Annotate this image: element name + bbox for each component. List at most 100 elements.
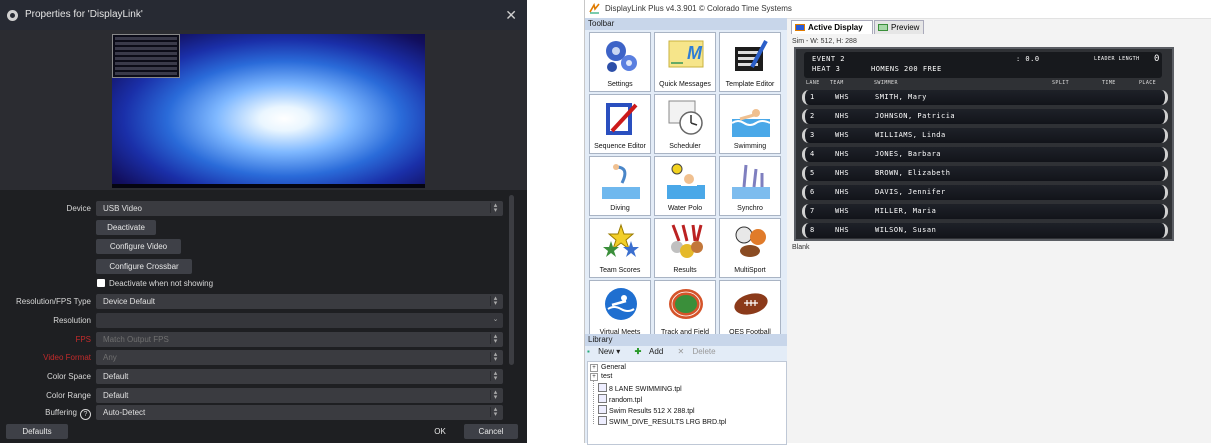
diving-tool[interactable]: Diving [589,156,651,216]
col-swimmer: SWIMMER [874,80,898,86]
spin-arrows-icon: ▴ ▾ [490,351,500,363]
app-title: DisplayLink Plus v4.3.901 © Colorado Tim… [605,4,792,13]
spin-arrows-icon: ▴ ▾ [490,295,500,307]
add-button[interactable]: ✚ Add [635,347,670,356]
spin-arrows-icon: ▴ ▾ [490,370,500,382]
water-polo-icon [667,163,705,199]
leader-length-value: 0 [1154,54,1160,64]
quick-messages-tool[interactable]: M Quick Messages [654,32,716,92]
color-space-select[interactable]: Default ▴ ▾ [96,369,503,384]
library-tree: + General + test 8 LANE SWIMMING.tpl rando… [587,361,787,445]
spin-arrows-icon: ▴ ▾ [490,389,500,401]
swimmer-icon [732,109,770,137]
cancel-button[interactable]: Cancel [464,424,518,439]
deactivate-when-not-showing-checkbox[interactable] [97,279,105,287]
track-icon [669,289,703,319]
app-icon [589,3,600,14]
delete-icon: ✕ [677,347,685,356]
gears-icon [606,41,637,72]
tree-file[interactable]: random.tpl [598,394,642,404]
tree-file[interactable]: 8 LANE SWIMMING.tpl [598,383,682,393]
tab-preview[interactable]: Preview [874,20,924,34]
ok-button[interactable]: OK [420,424,460,439]
track-and-field-tool[interactable]: Track and Field [654,280,716,340]
template-file-icon [598,383,607,392]
device-select[interactable]: USB Video ▴ ▾ [96,201,503,216]
configure-video-button[interactable]: Configure Video [96,239,181,254]
buffering-select[interactable]: Auto-Detect ▴ ▾ [96,405,503,420]
configure-crossbar-button[interactable]: Configure Crossbar [96,259,192,274]
virtual-meets-tool[interactable]: Virtual Meets [589,280,651,340]
new-file-icon: ▪ [587,347,590,356]
sequence-editor-tool[interactable]: Sequence Editor [589,94,651,154]
lane-row: 1 WHS SMITH, Mary [802,90,1168,105]
clock-icon [668,100,703,135]
swimming-tool[interactable]: Swimming [719,94,781,154]
settings-tool[interactable]: Settings [589,32,651,92]
template-file-icon [598,405,607,414]
tree-file[interactable]: SWIM_DIVE_RESULTS LRG BRD.tpl [598,416,726,426]
lane-row: 8 NHS WILSON, Susan [802,223,1168,238]
water-polo-tool[interactable]: Water Polo [654,156,716,216]
scoreboard-header: EVENT 2 HEAT 3 HOMENS 200 FREE : 0.0 LEA… [804,52,1162,78]
heat-label: HEAT 3 [812,65,841,73]
lane-row: 5 NHS BROWN, Elizabeth [802,166,1168,181]
sequence-editor-icon [606,103,638,135]
obs-properties-dialog: Properties for 'DisplayLink' ✕ Device US… [0,0,527,443]
color-range-row: Color Range Default ▴ ▾ [0,388,527,404]
deactivate-button[interactable]: Deactivate [96,220,156,235]
tab-active-display[interactable]: Active Display [791,20,873,34]
team-scores-tool[interactable]: Team Scores [589,218,651,278]
leader-length-label: LEADER LENGTH [1094,56,1140,62]
preview-icon [878,24,888,31]
obs-logo-icon [7,10,18,21]
synchro-icon [732,164,770,199]
tree-folder[interactable]: + test [590,373,612,381]
chevron-down-icon: ⌄ [492,316,499,323]
preview-scoreboard-thumbnail [112,34,180,78]
dialog-title: Properties for 'DisplayLink' [25,9,143,20]
dialog-titlebar: Properties for 'DisplayLink' ✕ [0,0,527,30]
display-icon [795,24,805,31]
diver-icon [602,164,640,199]
device-label: Device [66,204,91,213]
col-team: TEAM [830,80,844,86]
lane-row: 3 WHS WILLIAMS, Linda [802,128,1168,143]
resolution-combobox[interactable]: ⌄ [96,313,503,328]
oes-football-tool[interactable]: OES Football [719,280,781,340]
delete-button[interactable]: ✕ Delete [678,347,722,356]
balls-icon [735,226,766,257]
help-icon[interactable]: ? [80,409,91,420]
lane-row: 2 NHS JOHNSON, Patricia [802,109,1168,124]
scheduler-tool[interactable]: Scheduler [654,94,716,154]
stars-icon [603,223,639,257]
synchro-tool[interactable]: Synchro [719,156,781,216]
race-clock: : 0.0 [1016,55,1040,63]
resolution-fps-type-select[interactable]: Device Default ▴ ▾ [96,294,503,309]
library-toolbar: ▪ New ▾ ✚ Add ✕ Delete [587,347,728,356]
scoreboard-display: EVENT 2 HEAT 3 HOMENS 200 FREE : 0.0 LEA… [794,47,1174,241]
spin-arrows-icon: ▴ ▾ [490,406,500,418]
fps-select[interactable]: Match Output FPS ▴ ▾ [96,332,503,347]
color-range-select[interactable]: Default ▴ ▾ [96,388,503,403]
tree-folder[interactable]: + General [590,364,626,372]
medals-icon [671,224,703,258]
quick-message-icon: M [668,40,704,68]
new-button[interactable]: ▪ New ▾ [587,347,626,356]
video-format-select[interactable]: Any ▴ ▾ [96,350,503,365]
expand-icon[interactable]: + [590,373,598,381]
template-file-icon [598,394,607,403]
results-tool[interactable]: Results [654,218,716,278]
defaults-button[interactable]: Defaults [6,424,68,439]
displaylink-plus-window: DisplayLink Plus v4.3.901 © Colorado Tim… [584,0,1211,445]
svg-text:M: M [687,43,703,63]
close-icon[interactable]: ✕ [505,6,517,24]
buffering-row: Buffering? Auto-Detect ▴ ▾ [0,405,527,421]
template-editor-tool[interactable]: Template Editor [719,32,781,92]
source-preview-area [0,30,527,190]
toolbar-header: Toolbar [585,18,787,30]
multisport-tool[interactable]: MultiSport [719,218,781,278]
tree-file[interactable]: Swim Results 512 X 288.tpl [598,405,695,415]
expand-icon[interactable]: + [590,364,598,372]
event-label: EVENT 2 [812,55,846,63]
